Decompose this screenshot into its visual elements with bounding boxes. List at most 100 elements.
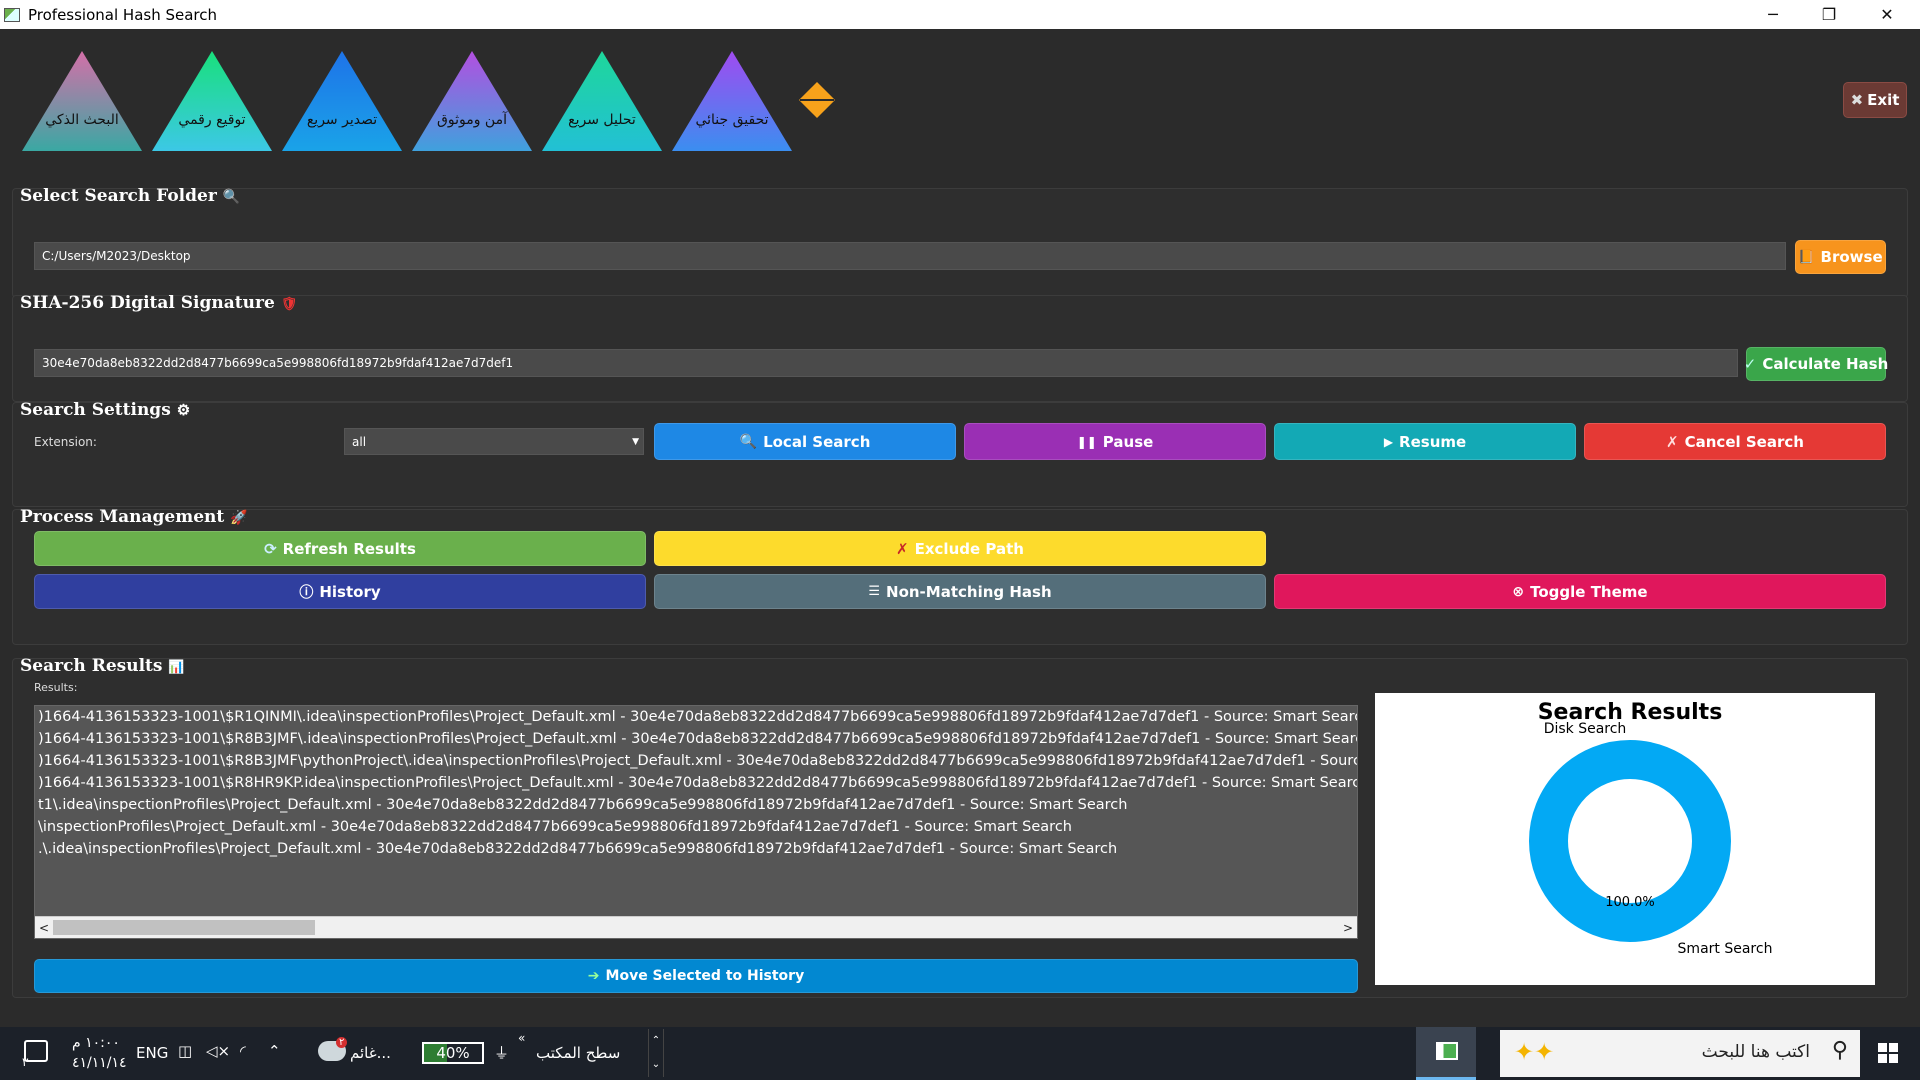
- results-row[interactable]: )1664-4136153323-1001\$R8HR9KP.idea\insp…: [35, 772, 1357, 794]
- app-window-icon: [1436, 1042, 1458, 1060]
- chevron-up-icon[interactable]: ⌃: [268, 1042, 281, 1060]
- theme-icon: ⊗: [1512, 583, 1525, 600]
- shield-icon: 🛡: [280, 297, 298, 312]
- signature-group-title: SHA-256 Digital Signature 🛡: [20, 293, 298, 313]
- language-indicator[interactable]: ENG: [136, 1044, 168, 1062]
- pie-category-label: Smart Search: [1678, 941, 1773, 957]
- double-chevron-icon[interactable]: «: [518, 1031, 525, 1045]
- camera-icon[interactable]: ◫: [178, 1042, 192, 1060]
- feature-triangle-label: آمن وموثوق: [437, 112, 507, 128]
- close-icon: ✖: [1850, 91, 1864, 109]
- non-matching-hash-button[interactable]: ☰ Non-Matching Hash: [654, 574, 1266, 609]
- feature-triangle-5[interactable]: تحليل سريع: [542, 51, 662, 151]
- results-list[interactable]: )1664-4136153323-1001\$R1QINMI\.idea\ins…: [34, 705, 1358, 939]
- feature-triangle-4[interactable]: آمن وموثوق: [412, 51, 532, 151]
- check-icon: ✓: [1743, 355, 1757, 373]
- weather-badge: ٢: [336, 1037, 348, 1048]
- maximize-button[interactable]: ❐: [1806, 0, 1852, 29]
- extension-label: Extension:: [34, 435, 97, 449]
- desktop-label[interactable]: سطح المكتب: [536, 1044, 620, 1062]
- folder-group-title: Select Search Folder 🔍: [20, 186, 241, 206]
- results-label: Results:: [34, 681, 78, 694]
- scroll-right-icon[interactable]: >: [1339, 917, 1357, 938]
- battery-indicator[interactable]: 40%: [422, 1042, 484, 1064]
- feature-triangle-2[interactable]: توقيع رقمي: [152, 51, 272, 151]
- results-row[interactable]: t1\.idea\inspectionProfiles\Project_Defa…: [35, 794, 1357, 816]
- calculate-hash-button[interactable]: ✓ Calculate Hash: [1743, 347, 1888, 381]
- taskbar-search-placeholder: اكتب هنا للبحث: [1701, 1042, 1810, 1062]
- feature-triangle-label: تصدير سريع: [306, 112, 378, 128]
- notification-count: ٣: [22, 1055, 29, 1069]
- browse-button[interactable]: 📙 Browse: [1795, 240, 1886, 274]
- app-window: البحث الذكي توقيع رقمي تصدير سريع آمن وموثو…: [0, 29, 1920, 1027]
- pause-icon: ❚❚: [1076, 434, 1097, 449]
- results-row[interactable]: )1664-4136153323-1001\$R8B3JMF\pythonPro…: [35, 750, 1357, 772]
- windows-start-icon[interactable]: [1878, 1043, 1898, 1063]
- taskbar-scroll[interactable]: ⌃ ⌄: [648, 1029, 664, 1077]
- feature-triangle-6[interactable]: تحقيق جنائي: [672, 51, 792, 151]
- search-document-icon: 🔍: [739, 433, 758, 450]
- scroll-left-icon[interactable]: <: [35, 917, 53, 938]
- feature-triangle-3[interactable]: تصدير سريع: [282, 51, 402, 151]
- taskbar: ٣ ١٠:٠٠ م ٤١/١١/١٤ ENG ◫ ◁× ◜ ⌃ ٢ غائم..…: [0, 1027, 1920, 1080]
- results-row[interactable]: )1664-4136153323-1001\$R8B3JMF\.idea\ins…: [35, 728, 1357, 750]
- process-group-title: Process Management 🚀: [20, 507, 248, 527]
- diamond-icon[interactable]: [798, 81, 836, 119]
- pie-category-label: Disk Search: [1544, 721, 1627, 737]
- sparkle-icon: ✦✦: [1514, 1038, 1555, 1066]
- clock-time[interactable]: ١٠:٠٠ م: [72, 1035, 120, 1051]
- scrollbar-thumb[interactable]: [53, 920, 315, 935]
- history-button[interactable]: ⓘ History: [34, 574, 646, 609]
- exit-label: Exit: [1867, 91, 1900, 109]
- folder-path-input[interactable]: C:/Users/M2023/Desktop: [34, 242, 1786, 270]
- bar-chart-icon: 📊: [168, 660, 185, 675]
- exclude-icon: ✗: [896, 539, 909, 558]
- results-row[interactable]: \inspectionProfiles\Project_Default.xml …: [35, 816, 1357, 838]
- horizontal-scrollbar[interactable]: < >: [35, 916, 1357, 938]
- clock-date[interactable]: ٤١/١١/١٤: [72, 1055, 127, 1071]
- results-pie-chart: Search Results Disk Search0.0%Smart Sear…: [1375, 693, 1875, 985]
- folder-icon: 📙: [1798, 249, 1815, 265]
- magnifier-icon: 🔍: [222, 189, 241, 205]
- pie-value-label: 100.0%: [1605, 895, 1655, 910]
- local-search-button[interactable]: 🔍 Local Search: [654, 423, 956, 460]
- resume-button[interactable]: ▶ Resume: [1274, 423, 1576, 460]
- arrow-right-circle-icon: ➔: [587, 968, 600, 984]
- close-button[interactable]: ✕: [1864, 0, 1910, 29]
- exit-button[interactable]: ✖ Exit: [1843, 82, 1907, 118]
- exclude-path-button[interactable]: ✗ Exclude Path: [654, 531, 1266, 566]
- pause-button[interactable]: ❚❚ Pause: [964, 423, 1266, 460]
- cancel-search-button[interactable]: ✗ Cancel Search: [1584, 423, 1886, 460]
- toggle-theme-button[interactable]: ⊗ Toggle Theme: [1274, 574, 1886, 609]
- volume-icon[interactable]: ◁×: [206, 1042, 230, 1060]
- title-bar: Professional Hash Search ─ ❐ ✕: [0, 0, 1920, 29]
- feature-triangle-label: تحليل سريع: [568, 112, 636, 128]
- info-icon: ⓘ: [299, 584, 314, 601]
- hash-input[interactable]: 30e4e70da8eb8322dd2d8477b6699ca5e998806f…: [34, 349, 1738, 377]
- extension-select[interactable]: all ▼: [344, 428, 644, 455]
- wifi-icon[interactable]: ◜: [240, 1042, 246, 1060]
- app-taskbar-button[interactable]: [1416, 1027, 1476, 1080]
- chevron-down-icon: ▼: [632, 436, 639, 447]
- move-to-history-button[interactable]: ➔ Move Selected to History: [34, 959, 1358, 993]
- power-plug-icon: ⏚: [494, 1044, 510, 1062]
- stack-icon: ☰: [868, 584, 881, 599]
- taskbar-search-box[interactable]: ✦✦ اكتب هنا للبحث ⚲: [1500, 1030, 1860, 1077]
- results-row[interactable]: )1664-4136153323-1001\$R1QINMI\.idea\ins…: [35, 706, 1357, 728]
- feature-triangle-label: البحث الذكي: [45, 112, 119, 128]
- rocket-icon: 🚀: [230, 510, 248, 526]
- refresh-results-button[interactable]: ⟳ Refresh Results: [34, 531, 646, 566]
- minimize-button[interactable]: ─: [1750, 0, 1796, 29]
- results-row[interactable]: .\.idea\inspectionProfiles\Project_Defau…: [35, 838, 1357, 860]
- refresh-icon: ⟳: [264, 539, 277, 558]
- play-icon: ▶: [1383, 434, 1394, 449]
- feature-triangle-label: تحقيق جنائي: [695, 112, 769, 128]
- weather-text[interactable]: غائم...: [350, 1044, 391, 1062]
- app-icon: [4, 7, 20, 22]
- window-title: Professional Hash Search: [28, 5, 218, 24]
- search-icon: ⚲: [1831, 1038, 1848, 1063]
- gear-icon: ⚙: [176, 401, 191, 419]
- settings-group-title: Search Settings ⚙: [20, 400, 191, 420]
- feature-triangle-1[interactable]: البحث الذكي: [22, 51, 142, 151]
- results-group-title: Search Results 📊: [20, 656, 185, 676]
